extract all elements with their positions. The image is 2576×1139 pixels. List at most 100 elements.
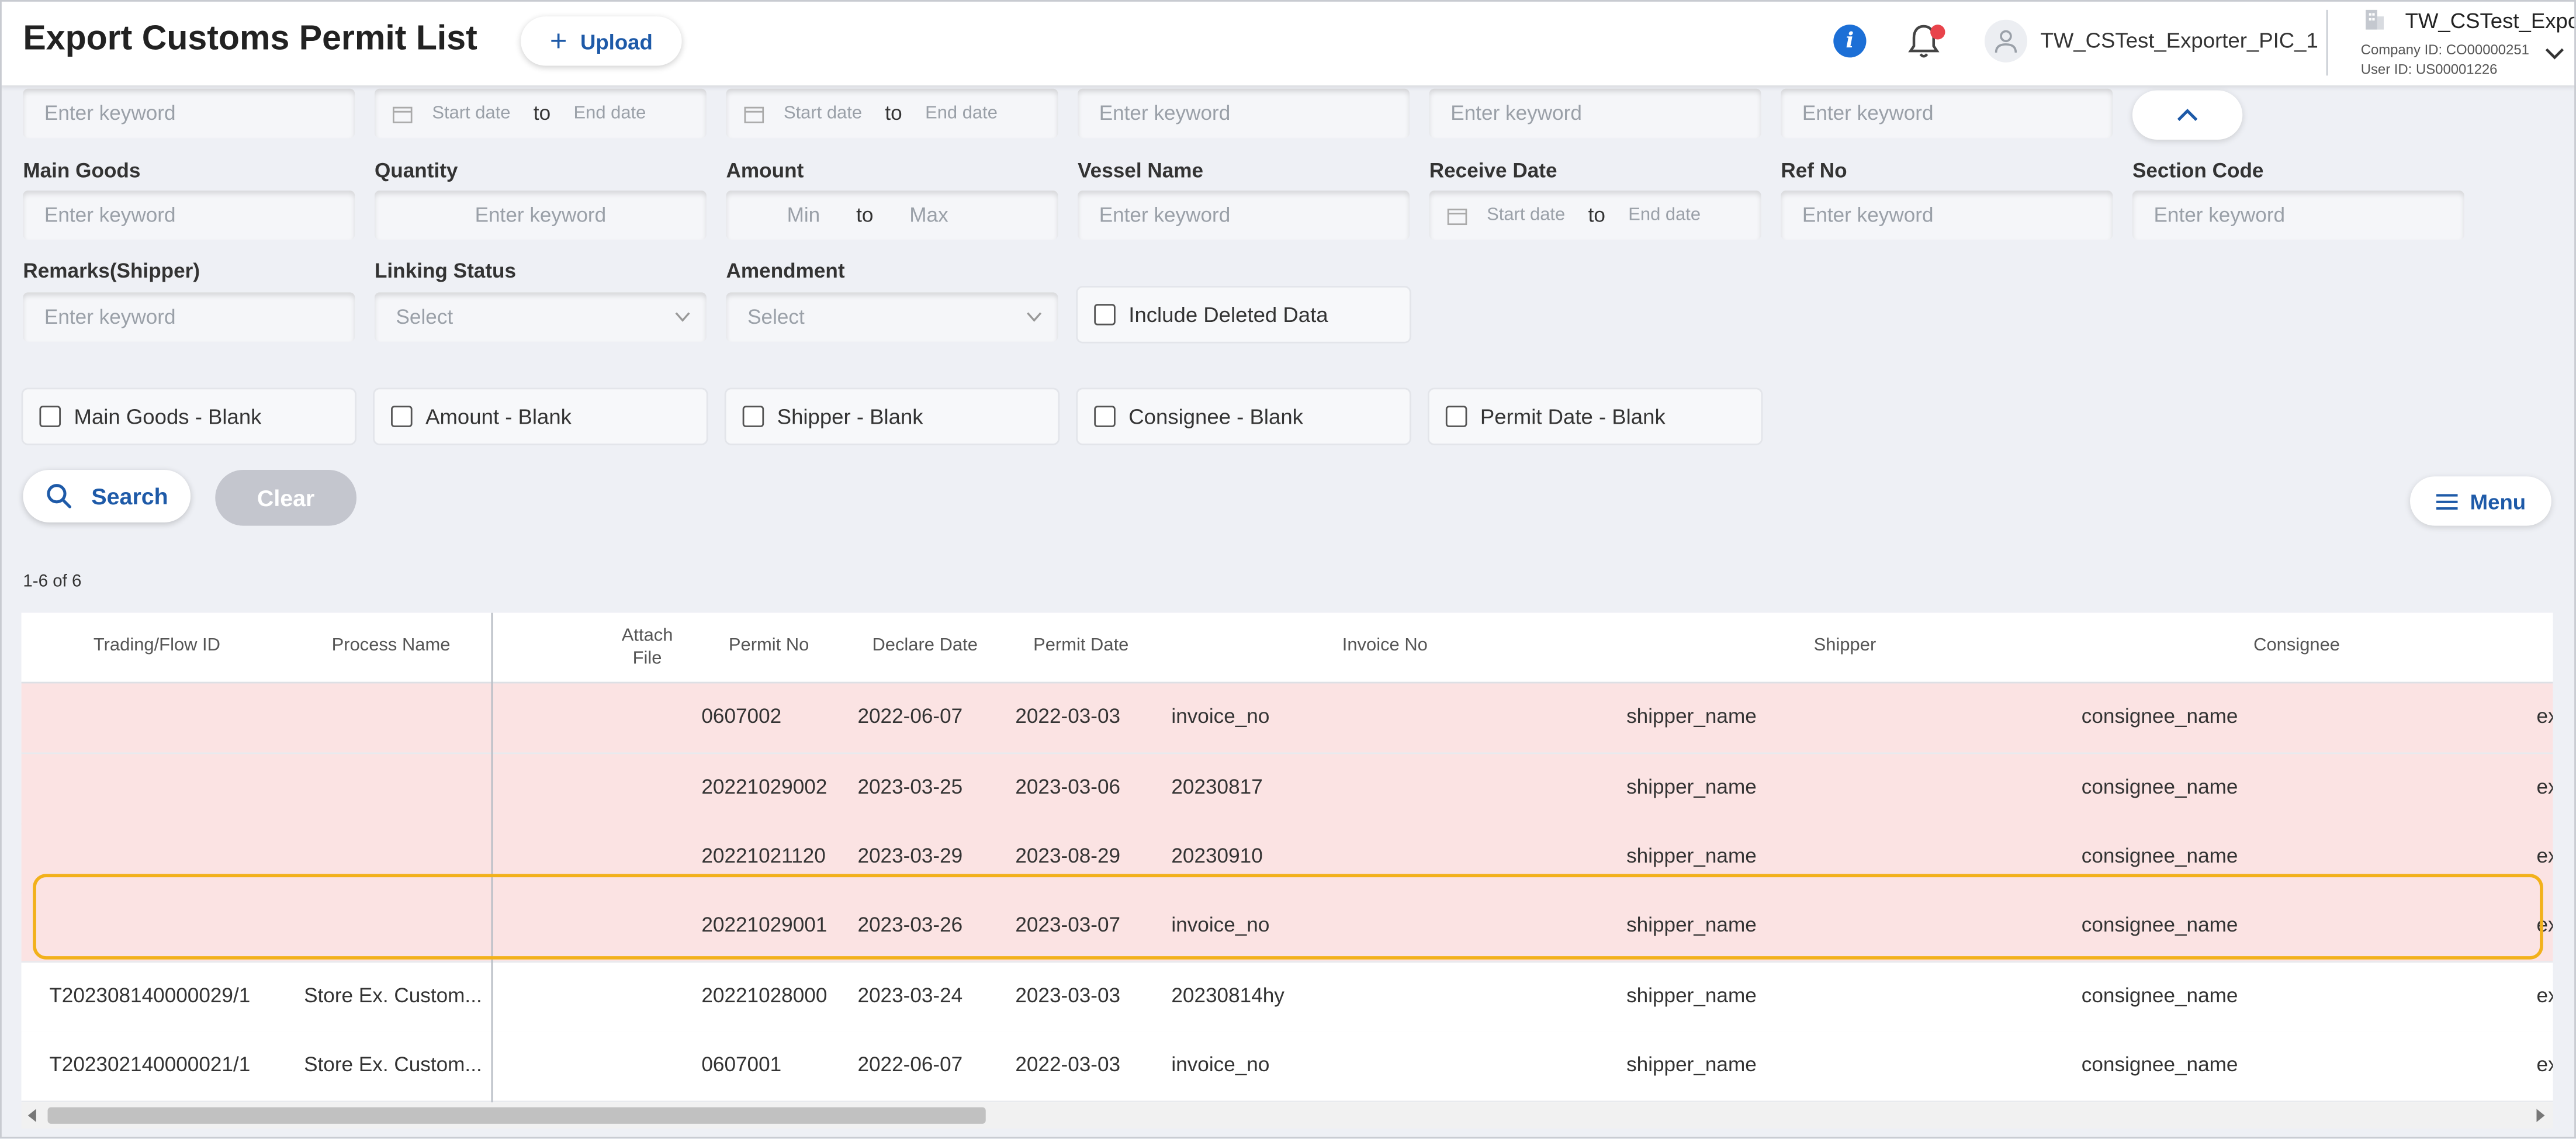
- col-permit-no[interactable]: Permit No: [703, 636, 835, 656]
- cell-flow-id[interactable]: T202308140000029/1: [49, 984, 250, 1007]
- company-id: Company ID: CO00000251: [2360, 41, 2529, 58]
- horizontal-scrollbar[interactable]: [21, 1102, 2553, 1129]
- col-invoice-no[interactable]: Invoice No: [1303, 636, 1467, 656]
- cell-overflow: ex: [2536, 844, 2553, 868]
- checkbox-square[interactable]: [1094, 304, 1116, 326]
- checkbox-label: Shipper - Blank: [777, 404, 923, 429]
- checkbox-square[interactable]: [742, 406, 764, 427]
- col-attach-file[interactable]: Attach File: [613, 624, 682, 670]
- top-header: Export Customs Permit List + Upload i TW…: [0, 0, 2576, 86]
- vessel-name-input[interactable]: Enter keyword: [1078, 191, 1410, 240]
- main-goods-input[interactable]: Enter keyword: [23, 191, 355, 240]
- col-trading-flow-id[interactable]: Trading/Flow ID: [54, 636, 259, 656]
- date-range-2[interactable]: Start date to End date: [726, 88, 1058, 139]
- table-row[interactable]: 20221029002 2023-03-25 2023-03-06 202308…: [21, 754, 2553, 825]
- cell-consignee: consignee_name: [2081, 1053, 2238, 1076]
- section-code-label: Section Code: [2132, 159, 2264, 183]
- upload-button[interactable]: + Upload: [521, 16, 682, 66]
- include-deleted-checkbox[interactable]: Include Deleted Data: [1078, 287, 1410, 342]
- table-row[interactable]: T202308140000029/1 Store Ex. Custom... 2…: [21, 963, 2553, 1034]
- col-shipper[interactable]: Shipper: [1763, 636, 1927, 656]
- collapse-filters-button[interactable]: [2132, 90, 2243, 140]
- calendar-icon: [1447, 207, 1467, 224]
- section-code-input[interactable]: Enter keyword: [2132, 191, 2464, 240]
- chevron-down-icon: [675, 312, 690, 322]
- user-icon[interactable]: [1984, 19, 2028, 63]
- cell-invoice-no: invoice_no: [1171, 705, 1270, 728]
- checkbox-square[interactable]: [391, 406, 413, 427]
- user-name[interactable]: TW_CSTest_Exporter_PIC_1: [2041, 28, 2318, 53]
- cell-shipper: shipper_name: [1626, 775, 1757, 799]
- checkbox-square[interactable]: [1445, 406, 1467, 427]
- cell-permit-no[interactable]: 20221021120: [701, 844, 825, 867]
- building-icon: [2366, 9, 2384, 30]
- linking-status-label: Linking Status: [374, 259, 517, 283]
- company-name[interactable]: TW_CSTest_Expo...: [2405, 8, 2576, 33]
- main-goods-label: Main Goods: [23, 159, 141, 183]
- range-to-label: to: [533, 102, 551, 125]
- cell-shipper: shipper_name: [1626, 1053, 1757, 1076]
- cell-permit-no[interactable]: 20221029002: [701, 776, 827, 798]
- receive-date-label: Receive Date: [1429, 159, 1557, 183]
- cell-consignee: consignee_name: [2081, 775, 2238, 799]
- page-title: Export Customs Permit List: [23, 19, 477, 58]
- amount-blank-checkbox[interactable]: Amount - Blank: [374, 389, 707, 444]
- clear-button[interactable]: Clear: [215, 470, 357, 526]
- permit-date-blank-checkbox[interactable]: Permit Date - Blank: [1429, 389, 1761, 444]
- shipper-blank-checkbox[interactable]: Shipper - Blank: [726, 389, 1058, 444]
- end-date-placeholder: End date: [925, 103, 998, 123]
- keyword-input-5[interactable]: Enter keyword: [1429, 88, 1761, 139]
- search-button[interactable]: Search: [23, 470, 191, 522]
- remarks-shipper-input[interactable]: Enter keyword: [23, 292, 355, 342]
- scroll-left-icon[interactable]: [27, 1109, 36, 1123]
- date-range-1[interactable]: Start date to End date: [374, 88, 707, 139]
- amendment-value: Select: [747, 305, 805, 329]
- checkbox-square[interactable]: [39, 406, 61, 427]
- checkbox-label: Main Goods - Blank: [74, 404, 262, 429]
- cell-shipper: shipper_name: [1626, 984, 1757, 1008]
- amendment-select[interactable]: Select: [726, 292, 1058, 342]
- receive-date-range[interactable]: Start date to End date: [1429, 191, 1761, 240]
- range-to-label: to: [1588, 203, 1605, 227]
- ref-no-label: Ref No: [1781, 159, 1847, 183]
- table-row[interactable]: T202302140000021/1 Store Ex. Custom... 0…: [21, 1031, 2553, 1103]
- col-consignee[interactable]: Consignee: [2214, 636, 2378, 656]
- keyword-input-4[interactable]: Enter keyword: [1078, 88, 1410, 139]
- scroll-right-icon[interactable]: [2536, 1109, 2545, 1123]
- consignee-blank-checkbox[interactable]: Consignee - Blank: [1078, 389, 1410, 444]
- cell-process-name: Store Ex. Custom...: [304, 984, 482, 1008]
- quantity-input[interactable]: Enter keyword: [374, 191, 707, 240]
- amount-range[interactable]: Min to Max: [726, 191, 1058, 240]
- remarks-shipper-label: Remarks(Shipper): [23, 259, 200, 283]
- checkbox-label: Consignee - Blank: [1128, 404, 1303, 429]
- keyword-input-1[interactable]: Enter keyword: [23, 88, 355, 139]
- fixed-column-divider: [491, 612, 493, 1103]
- start-date-placeholder: Start date: [1487, 205, 1566, 226]
- keyword-input-6[interactable]: Enter keyword: [1781, 88, 2113, 139]
- linking-status-select[interactable]: Select: [374, 292, 707, 342]
- cell-invoice-no: 20230817: [1171, 775, 1263, 799]
- cell-permit-no[interactable]: 0607002: [701, 705, 781, 728]
- col-permit-date[interactable]: Permit Date: [1007, 636, 1155, 656]
- chevron-down-icon[interactable]: [2545, 48, 2565, 61]
- cell-permit-no[interactable]: 0607001: [701, 1053, 781, 1076]
- col-declare-date[interactable]: Declare Date: [851, 636, 999, 656]
- main-goods-blank-checkbox[interactable]: Main Goods - Blank: [23, 389, 355, 444]
- col-process-name[interactable]: Process Name: [300, 636, 481, 656]
- menu-button[interactable]: Menu: [2410, 476, 2551, 526]
- table-row[interactable]: 0607002 2022-06-07 2022-03-03 invoice_no…: [21, 683, 2553, 754]
- search-label: Search: [91, 483, 168, 510]
- scrollbar-thumb[interactable]: [47, 1107, 986, 1124]
- cell-consignee: consignee_name: [2081, 844, 2238, 868]
- amount-label: Amount: [726, 159, 804, 183]
- vessel-name-label: Vessel Name: [1078, 159, 1204, 183]
- ref-no-input[interactable]: Enter keyword: [1781, 191, 2113, 240]
- cell-invoice-no: 20230910: [1171, 844, 1263, 868]
- checkbox-square[interactable]: [1094, 406, 1116, 427]
- cell-process-name: Store Ex. Custom...: [304, 1053, 482, 1076]
- info-icon[interactable]: i: [1833, 25, 1867, 58]
- cell-overflow: ex: [2536, 984, 2553, 1008]
- chevron-down-icon: [1027, 312, 1042, 322]
- cell-flow-id[interactable]: T202302140000021/1: [49, 1053, 250, 1076]
- cell-permit-no[interactable]: 20221028000: [701, 984, 827, 1007]
